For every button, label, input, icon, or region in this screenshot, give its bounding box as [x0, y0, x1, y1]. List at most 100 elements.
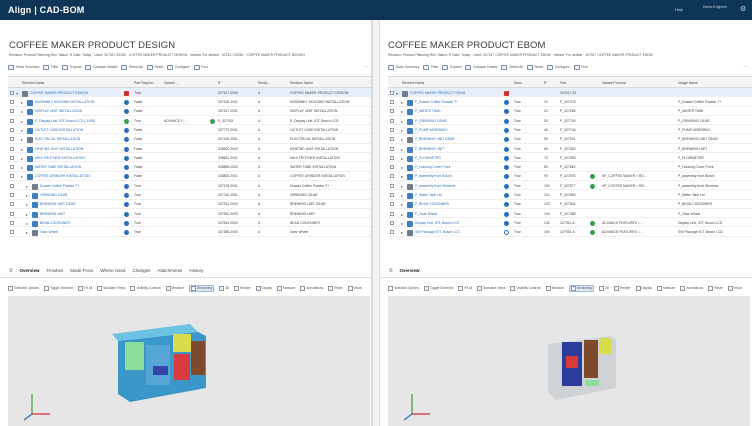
row-checkbox[interactable]	[10, 174, 14, 179]
expand-toggle-icon[interactable]: ▸	[21, 100, 23, 105]
row-checkbox[interactable]	[10, 109, 14, 114]
column-header[interactable]: Element Name	[402, 81, 424, 85]
table-row[interactable]: ▸ Display Unit, IOT, Bosch LCD True 140 3279…	[388, 218, 752, 228]
cell-name[interactable]: BEAN CONTAINER	[40, 221, 70, 225]
table-row[interactable]: ▸ OUTLET CASE INSTALLATION False 327773.200…	[8, 125, 371, 135]
viewer-tool-0[interactable]: Selection Options	[388, 285, 419, 291]
toolbar-button-3[interactable]: Collapse Details	[465, 64, 497, 70]
tab-overview[interactable]: Overview	[400, 268, 420, 273]
row-checkbox[interactable]	[390, 183, 394, 188]
row-checkbox[interactable]	[10, 118, 14, 123]
expand-toggle-icon[interactable]: ▸	[21, 119, 23, 124]
table-row[interactable]: ▸ BEAN CONTAINER True 327844.2003 A BEAN CONT…	[8, 218, 371, 228]
cell-name[interactable]: P_PUMP ASSEMBLY	[415, 128, 448, 132]
viewer-tool-1[interactable]: Toggle Selection	[43, 285, 73, 291]
pane-splitter[interactable]	[372, 20, 380, 426]
toolbar-button-6[interactable]: Configure	[547, 64, 570, 70]
user-menu[interactable]: Demo Engineer	[703, 5, 727, 9]
tab-history[interactable]: History	[189, 268, 203, 273]
more-icon[interactable]: ⋯	[363, 64, 368, 70]
tab-finishes[interactable]: Finishes	[47, 268, 64, 273]
table-row[interactable]: ▸ P_Drawer Coffee Powder T+ True 10 P_327478…	[388, 97, 752, 107]
cell-name[interactable]: Gear Wheel	[40, 230, 58, 234]
table-row[interactable]: ▾ COFFEE MAKER PRODUCT EBOM 327517.20	[388, 88, 752, 98]
table-row[interactable]: ▸ P_FLOWMETER True 70 P_327855 P_FLOWMETER	[388, 153, 752, 163]
toolbar-button-1[interactable]: Filter	[423, 64, 438, 70]
cell-name[interactable]: HEATING UNIT INSTALLATION	[35, 147, 83, 151]
expand-toggle-icon[interactable]: ▸	[21, 137, 23, 142]
row-checkbox[interactable]	[390, 193, 394, 198]
expand-toggle-icon[interactable]: ▸	[21, 165, 23, 170]
table-row[interactable]: ▸ ELECTRICAL INSTALLATION False 327228.2001…	[8, 134, 371, 144]
row-checkbox[interactable]	[390, 90, 394, 95]
toolbar-button-4[interactable]: Select All	[501, 64, 523, 70]
row-checkbox[interactable]	[10, 90, 14, 95]
table-row[interactable]: ▸ COFFEE GRINDER INSTALLATION False 328800.…	[8, 172, 371, 181]
table-row[interactable]: ▸ HEATING UNIT INSTALLATION False 328600.20…	[8, 144, 371, 154]
row-checkbox[interactable]	[390, 165, 394, 170]
cell-name[interactable]: COFFEE GRINDER INSTALLATION	[35, 174, 90, 178]
row-checkbox[interactable]	[10, 202, 14, 207]
expand-toggle-icon[interactable]: ▸	[401, 165, 403, 170]
table-row[interactable]: ▸ P_Water Tank Lid True 110 P_327880 P_Water …	[388, 190, 752, 200]
cell-name[interactable]: P_BREWING UNIT	[415, 147, 444, 151]
toolbar-button-5[interactable]: Reset	[526, 64, 543, 70]
viewer-tool-3[interactable]: Standard Views	[477, 285, 505, 291]
column-header[interactable]: Variant Formula	[602, 81, 626, 85]
expand-toggle-icon[interactable]: ▸	[401, 184, 403, 189]
table-row[interactable]: ▸ P_Gear Wheel True 130 P_327388 P_Gear Wheel	[388, 209, 752, 219]
column-header[interactable]: Revision Name	[290, 81, 313, 85]
cell-name[interactable]: P_Housing Cover Front	[415, 165, 450, 169]
row-checkbox[interactable]	[390, 174, 394, 179]
table-row[interactable]: ▸ Drawer Coffee Powder T+ True 327478.2001 A…	[8, 181, 371, 191]
table-row[interactable]: ▸ P_GRINDING GEAR True 30 P_327740 P_GRINDING…	[388, 116, 752, 126]
viewer-tool-13[interactable]: Views	[727, 285, 742, 291]
table-row[interactable]: ▸ DISPLAY UNIT INSTALLATION False 327447.20…	[8, 107, 371, 116]
row-checkbox[interactable]	[390, 109, 394, 114]
table-row[interactable]: ▸ ASSEMBLY HOUSING INSTALLATION False 32732…	[8, 97, 371, 107]
viewer-tool-8[interactable]: Render	[614, 285, 631, 291]
expand-toggle-icon[interactable]: ▸	[26, 193, 28, 198]
expand-toggle-icon[interactable]: ▸	[21, 174, 23, 179]
table-row[interactable]: ▸ MILK FROTHER INSTALLATION False 328691.20…	[8, 153, 371, 163]
tab-overview[interactable]: Overview	[20, 268, 40, 273]
viewer-tool-0[interactable]: Selection Options	[8, 285, 39, 291]
toolbar-button-2[interactable]: Expand	[62, 64, 81, 70]
column-header[interactable]: Element Name	[22, 81, 44, 85]
expand-toggle-icon[interactable]: ▸	[401, 119, 403, 124]
row-checkbox[interactable]	[10, 100, 14, 105]
row-checkbox[interactable]	[390, 127, 394, 132]
expand-toggle-icon[interactable]: ▸	[26, 221, 28, 226]
cell-name[interactable]: DISPLAY UNIT INSTALLATION	[35, 109, 82, 113]
table-row[interactable]: ▸ P_WATER TANK True 20 P_327685 P_WATER TANK	[388, 107, 752, 116]
tab-changes[interactable]: Changes	[132, 268, 150, 273]
viewer-tool-11[interactable]: Annotations	[300, 285, 323, 291]
table-row[interactable]: ▸ P_PUMP ASSEMBLY True 40 P_327746 P_PUMP ASS…	[388, 125, 752, 135]
viewer-tool-6[interactable]: Sectioning	[569, 284, 594, 292]
expand-toggle-icon[interactable]: ▸	[21, 147, 23, 152]
row-checkbox[interactable]	[10, 165, 14, 170]
cell-name[interactable]: P_FLOWMETER	[415, 156, 441, 160]
table-row[interactable]: ▸ SW Package IOT, Bosch LCD True 150 327933-…	[388, 227, 752, 237]
settings-icon[interactable]: ⚙	[740, 5, 746, 13]
toolbar-button-7[interactable]: Find	[193, 64, 208, 70]
table-row[interactable]: ▸ GRINDING GEAR True 327740.2001 A GRINDING G…	[8, 190, 371, 200]
expand-toggle-icon[interactable]: ▸	[401, 128, 403, 133]
viewer-tool-4[interactable]: Visibility Controls	[510, 285, 541, 291]
expand-toggle-icon[interactable]: ▸	[401, 156, 403, 161]
cell-name[interactable]: GRINDING GEAR	[40, 193, 68, 197]
viewer-tool-4[interactable]: Visibility Controls	[130, 285, 161, 291]
cell-name[interactable]: P_Water Tank Lid	[415, 193, 442, 197]
column-header[interactable]: R	[544, 81, 546, 85]
cell-name[interactable]: BREWING UNIT GEAR	[40, 202, 76, 206]
cell-name[interactable]: WATER TANK INSTALLATION	[35, 165, 81, 169]
column-header[interactable]: R	[218, 81, 220, 85]
row-checkbox[interactable]	[390, 230, 394, 235]
table-row[interactable]: ▸ P_BREWING UNIT True 60 P_327840 P_BREWING U…	[388, 144, 752, 154]
viewer-tool-2[interactable]: Fit All	[78, 285, 92, 291]
menu-icon[interactable]: ≡	[9, 268, 13, 274]
column-header[interactable]: Variant ...	[164, 81, 178, 85]
expand-toggle-icon[interactable]: ▸	[401, 137, 403, 142]
viewer-tool-9[interactable]: Display	[635, 285, 652, 291]
row-checkbox[interactable]	[10, 155, 14, 160]
